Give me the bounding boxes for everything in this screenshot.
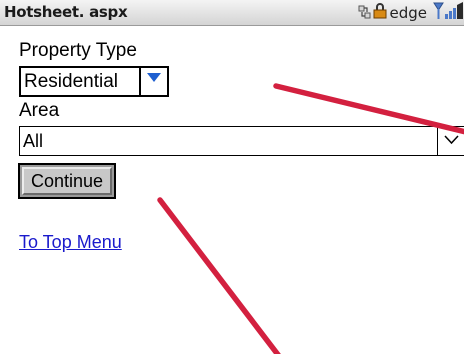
annotation-line-upper	[273, 83, 464, 135]
annotation-overlay	[157, 83, 464, 354]
annotation-line-lower	[157, 197, 281, 354]
